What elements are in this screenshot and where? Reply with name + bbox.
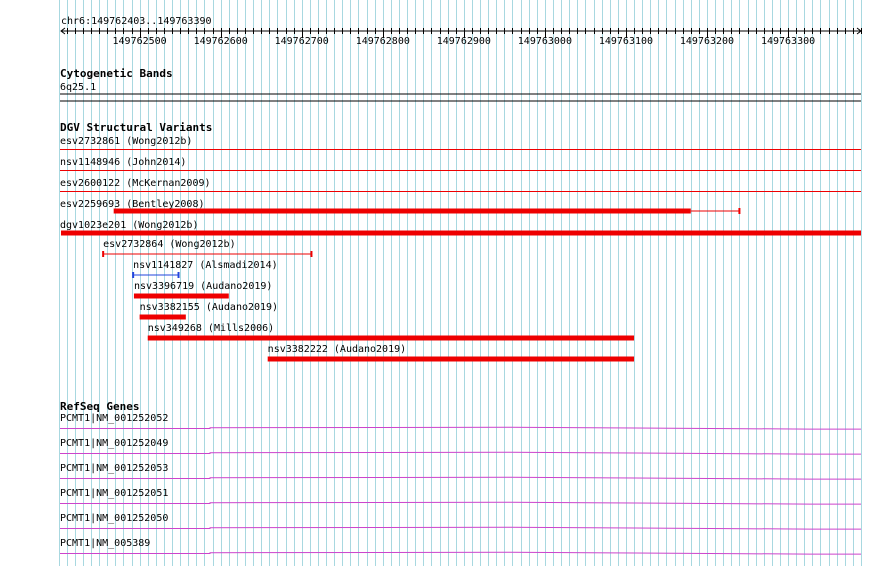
sv-feature-label: nsv1141827 (Alsmadi2014) — [133, 260, 278, 271]
ruler-tick-label: 149762600 — [194, 36, 248, 47]
dgv-row-label[interactable]: dgv1023e201 (Wong2012b) — [60, 220, 198, 231]
dgv-row-label[interactable]: esv2259693 (Bentley2008) — [60, 199, 205, 210]
sv-feature[interactable]: nsv1141827 (Alsmadi2014) — [132, 260, 278, 278]
cytoband-header: Cytogenetic Bands — [60, 67, 173, 80]
sv-feature[interactable]: nsv3396719 (Audano2019) — [133, 281, 272, 299]
gene-label: PCMT1|NM_005389 — [60, 538, 150, 549]
dgv-header: DGV Structural Variants — [60, 121, 212, 134]
sv-feature[interactable] — [113, 208, 741, 214]
ruler-tick-label: 149762700 — [275, 36, 329, 47]
dgv-row-label[interactable]: esv2732861 (Wong2012b) — [60, 136, 192, 147]
sv-feature[interactable]: nsv3382155 (Audano2019) — [139, 302, 278, 320]
dgv-features: esv2732864 (Wong2012b) nsv1141827 (Alsmad… — [61, 208, 861, 362]
sv-bar — [61, 230, 861, 236]
sv-bar — [133, 293, 229, 299]
region-label: chr6:149762403..149763390 — [61, 16, 212, 27]
sv-feature-label: nsv349268 (Mills2006) — [148, 323, 274, 334]
gene-label: PCMT1|NM_001252049 — [60, 438, 168, 449]
sv-feature[interactable] — [61, 230, 861, 236]
sv-feature[interactable]: esv2732864 (Wong2012b) — [102, 239, 313, 257]
sv-bar — [147, 335, 635, 341]
sv-feature[interactable]: nsv3382222 (Audano2019) — [267, 344, 635, 362]
ruler-scale[interactable]: 149762500 149762600 149762700 149762800 1497… — [60, 27, 862, 47]
sv-feature-label: nsv3382222 (Audano2019) — [268, 344, 406, 355]
ruler-tick-label: 149763100 — [599, 36, 653, 47]
ruler-tick-label: 149763200 — [680, 36, 734, 47]
ruler-track: chr6:149762403..149763390 149762500 14976… — [60, 16, 862, 47]
gene-label: PCMT1|NM_001252050 — [60, 513, 168, 524]
dgv-row-label[interactable]: esv2600122 (McKernan2009) — [60, 178, 211, 189]
sv-bar — [139, 314, 186, 320]
dgv-row-label[interactable]: nsv1148946 (John2014) — [60, 157, 186, 168]
sv-bar — [267, 356, 635, 362]
cytoband-label: 6q25.1 — [60, 82, 96, 93]
refseq-header: RefSeq Genes — [60, 400, 139, 413]
sv-feature-label: nsv3396719 (Audano2019) — [134, 281, 272, 292]
gene-label: PCMT1|NM_001252051 — [60, 488, 168, 499]
ruler-tick-label: 149763000 — [518, 36, 572, 47]
genome-browser-view: chr6:149762403..149763390 149762500 14976… — [59, 0, 862, 566]
ruler-tick-label: 149763300 — [761, 36, 815, 47]
ruler-tick-label: 149762800 — [356, 36, 410, 47]
sv-feature-label: nsv3382155 (Audano2019) — [140, 302, 278, 313]
ruler-tick-label: 149762900 — [437, 36, 491, 47]
sv-feature-label: esv2732864 (Wong2012b) — [103, 239, 235, 250]
gene-label: PCMT1|NM_001252052 — [60, 413, 168, 424]
gene-label: PCMT1|NM_001252053 — [60, 463, 168, 474]
ruler-tick-label: 149762500 — [113, 36, 167, 47]
dgv-track: DGV Structural Variants esv2732861 (Wong… — [60, 121, 861, 362]
sv-bar — [113, 208, 691, 214]
